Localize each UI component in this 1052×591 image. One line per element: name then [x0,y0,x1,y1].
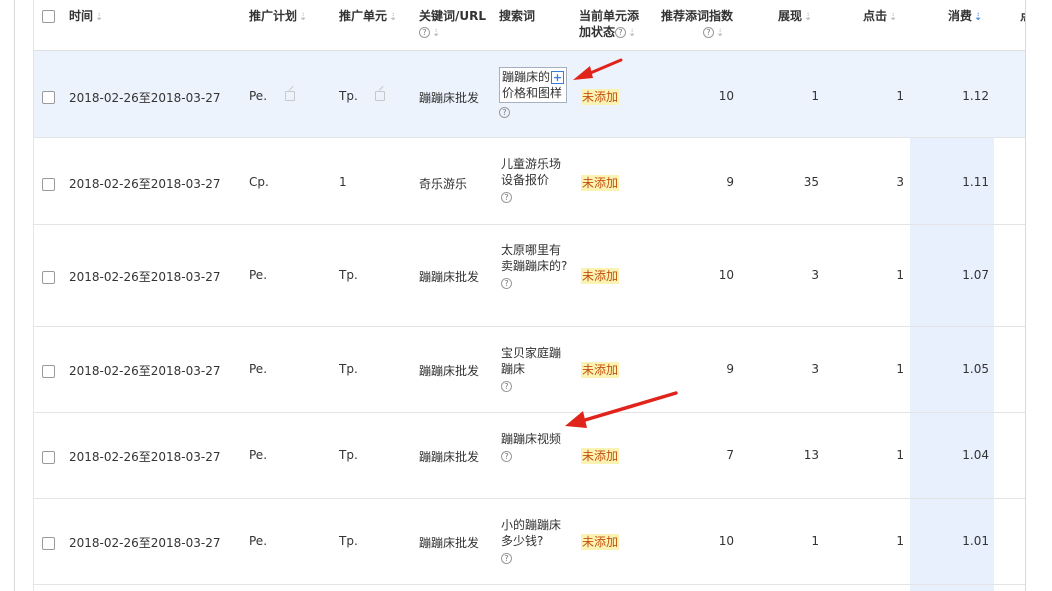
annotation-arrow-1 [573,58,623,80]
annotation-arrow-2 [565,391,678,428]
annotation-arrows [565,58,678,428]
